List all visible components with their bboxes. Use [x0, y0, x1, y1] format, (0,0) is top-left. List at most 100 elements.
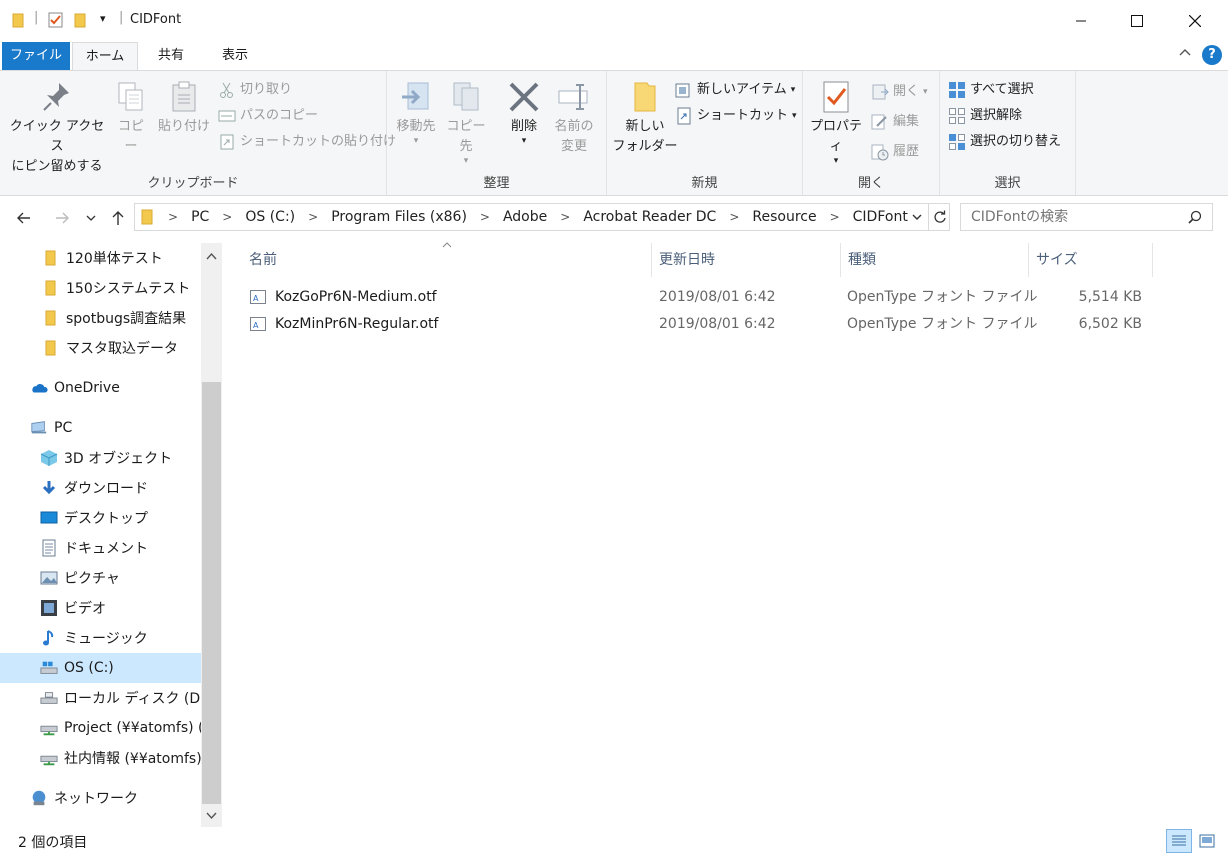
nav-item-documents[interactable]: ドキュメント — [0, 533, 201, 563]
breadcrumb-program-files[interactable]: Program Files (x86) — [331, 209, 467, 225]
file-date: 2019/08/01 6:42 — [659, 289, 776, 305]
search-box[interactable] — [960, 203, 1213, 231]
select-all-button[interactable]: すべて選択 — [948, 79, 1034, 101]
nav-item-downloads[interactable]: ダウンロード — [0, 473, 201, 503]
nav-item-master-import[interactable]: マスタ取込データ — [0, 333, 201, 363]
nav-item-music[interactable]: ミュージック — [0, 623, 201, 653]
paste-label: 貼り付け — [157, 119, 210, 134]
breadcrumb-resource[interactable]: Resource — [752, 209, 816, 225]
cut-button[interactable]: 切り取り — [218, 79, 292, 101]
column-header-name[interactable]: 名前 — [242, 243, 652, 277]
scissors-icon — [218, 81, 236, 99]
copy-to-button[interactable]: コピー先 ▾ — [441, 79, 491, 166]
file-type: OpenType フォント ファイル — [847, 289, 1038, 305]
address-dropdown-icon[interactable] — [911, 211, 923, 227]
history-label: 履歴 — [893, 144, 920, 159]
nav-item-videos[interactable]: ビデオ — [0, 593, 201, 623]
nav-item-desktop[interactable]: デスクトップ — [0, 503, 201, 533]
new-item-button[interactable]: 新しいアイテム ▾ — [675, 79, 795, 101]
table-row[interactable]: A KozMinPr6N-Regular.otf 2019/08/01 6:42… — [244, 311, 1154, 337]
tab-share[interactable]: 共有 — [146, 42, 196, 70]
collapse-ribbon-icon[interactable] — [1178, 46, 1192, 64]
select-none-button[interactable]: 選択解除 — [948, 105, 1022, 127]
nav-item-label: ダウンロード — [64, 481, 148, 497]
edit-button[interactable]: 編集 — [871, 111, 919, 133]
back-button[interactable] — [12, 206, 36, 230]
paste-shortcut-label: ショートカットの貼り付け — [240, 134, 397, 149]
copy-path-icon — [218, 107, 236, 125]
column-header-type[interactable]: 種類 — [841, 243, 1029, 277]
help-icon[interactable]: ? — [1202, 45, 1222, 65]
folder-icon — [42, 339, 60, 357]
minimize-button[interactable] — [1058, 6, 1104, 36]
properties-qat-icon[interactable] — [48, 12, 64, 32]
maximize-button[interactable] — [1114, 6, 1160, 36]
history-icon — [871, 143, 889, 161]
nav-item-3d-objects[interactable]: 3D オブジェクト — [0, 443, 201, 473]
nav-item-pc[interactable]: PC — [0, 413, 201, 443]
scroll-down-icon[interactable] — [206, 809, 217, 824]
nav-item-label: デスクトップ — [64, 511, 148, 527]
paste-button[interactable]: 貼り付け — [154, 79, 214, 137]
invert-selection-icon — [948, 133, 966, 151]
pin-to-quick-access-button[interactable]: クイック アクセス にピン留めする — [6, 79, 108, 177]
nav-scrollbar-thumb[interactable] — [202, 382, 221, 804]
details-view-button[interactable] — [1166, 829, 1192, 853]
paste-shortcut-button[interactable]: ショートカットの貼り付け — [218, 131, 396, 153]
refresh-icon[interactable] — [928, 203, 950, 231]
easy-access-label: ショートカット — [697, 108, 789, 123]
tab-view[interactable]: 表示 — [210, 42, 260, 70]
nav-item-internal-info-drive[interactable]: 社内情報 (¥¥atomfs) ( — [0, 743, 201, 773]
copy-path-button[interactable]: パスのコピー — [218, 105, 318, 127]
scroll-up-icon[interactable] — [206, 249, 217, 264]
open-button[interactable]: 開く ▾ — [871, 81, 928, 103]
folder-icon — [141, 209, 155, 225]
breadcrumb-pc[interactable]: PC — [191, 209, 209, 225]
easy-access-button[interactable]: ショートカット ▾ — [675, 105, 797, 127]
item-count: 2 個の項目 — [18, 835, 88, 851]
title-bar: | ▾ | CIDFont — [0, 0, 1228, 42]
music-icon — [40, 629, 58, 647]
nav-item-spotbugs[interactable]: spotbugs調査結果 — [0, 303, 201, 333]
file-list: 名前 更新日時 種類 サイズ A KozGoPr6N-Medium.otf 20… — [222, 242, 1228, 827]
column-header-date[interactable]: 更新日時 — [652, 243, 841, 277]
nav-item-os-c[interactable]: OS (C:) — [0, 653, 201, 683]
nav-item-120-unit-test[interactable]: 120単体テスト — [0, 243, 201, 273]
properties-button[interactable]: プロパティ ▾ — [807, 79, 865, 166]
copy-button[interactable]: コピー — [112, 79, 150, 157]
download-icon — [40, 479, 58, 497]
status-bar: 2 個の項目 — [0, 827, 1228, 857]
new-folder-qat-icon[interactable] — [74, 12, 88, 32]
nav-item-network[interactable]: ネットワーク — [0, 783, 201, 813]
cut-label: 切り取り — [240, 82, 293, 97]
nav-item-local-disk-d[interactable]: ローカル ディスク (D:) — [0, 683, 201, 713]
nav-item-project-drive[interactable]: Project (¥¥atomfs) (G:) — [0, 713, 201, 743]
breadcrumb-cidfont[interactable]: CIDFont — [853, 209, 908, 225]
delete-button[interactable]: 削除 ▾ — [501, 79, 547, 146]
invert-selection-button[interactable]: 選択の切り替え — [948, 131, 1061, 153]
search-input[interactable] — [971, 209, 1181, 225]
qat-dropdown-icon[interactable]: ▾ — [100, 12, 106, 25]
address-bar[interactable]: > PC > OS (C:) > Program Files (x86) > A… — [134, 203, 950, 231]
nav-item-onedrive[interactable]: OneDrive — [0, 373, 201, 403]
new-folder-button[interactable]: 新しい フォルダー — [611, 79, 679, 157]
breadcrumb-adobe[interactable]: Adobe — [503, 209, 547, 225]
large-icons-view-button[interactable] — [1194, 829, 1220, 853]
move-to-button[interactable]: 移動先 ▾ — [391, 79, 441, 146]
folder-icon[interactable] — [12, 12, 26, 32]
nav-item-150-system-test[interactable]: 150システムテスト — [0, 273, 201, 303]
recent-locations-icon[interactable] — [82, 206, 100, 230]
column-header-size[interactable]: サイズ — [1029, 243, 1153, 277]
up-button[interactable] — [106, 206, 130, 230]
rename-button[interactable]: 名前の 変更 — [549, 79, 599, 157]
tab-file[interactable]: ファイル — [2, 42, 70, 70]
nav-item-pictures[interactable]: ピクチャ — [0, 563, 201, 593]
table-row[interactable]: A KozGoPr6N-Medium.otf 2019/08/01 6:42 O… — [244, 284, 1154, 310]
breadcrumb-os-c[interactable]: OS (C:) — [245, 209, 295, 225]
history-button[interactable]: 履歴 — [871, 141, 919, 163]
close-button[interactable] — [1172, 6, 1218, 36]
tab-home[interactable]: ホーム — [72, 42, 138, 71]
forward-button[interactable] — [50, 206, 74, 230]
breadcrumb-acrobat-reader[interactable]: Acrobat Reader DC — [583, 209, 716, 225]
search-icon[interactable] — [1188, 210, 1202, 228]
